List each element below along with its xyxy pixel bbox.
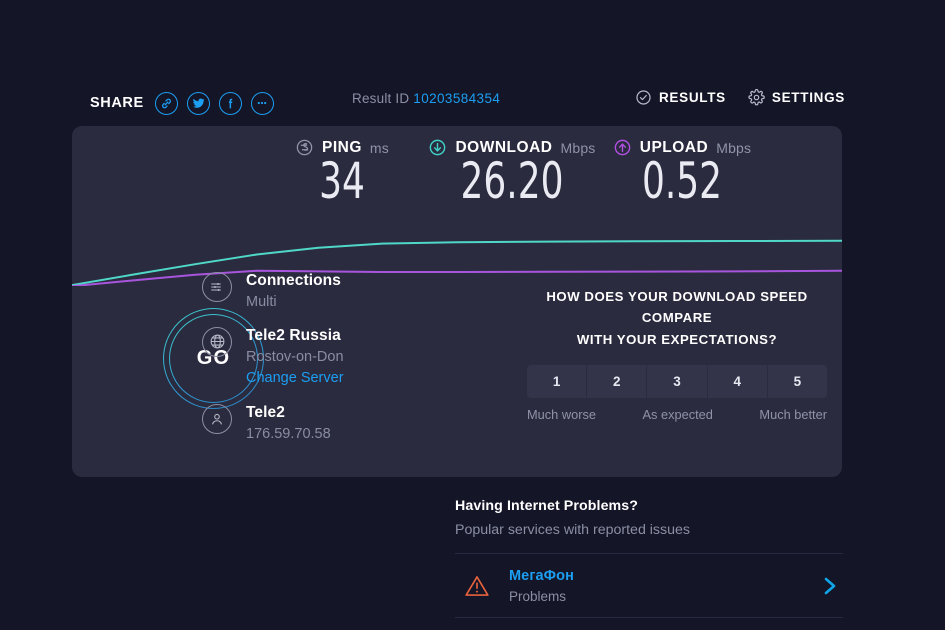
user-icon xyxy=(202,403,232,434)
more-icon[interactable] xyxy=(250,91,274,115)
survey: HOW DOES YOUR DOWNLOAD SPEED COMPARE WIT… xyxy=(527,286,827,422)
problems-title: Having Internet Problems? xyxy=(455,498,639,514)
list-item[interactable]: МегаФон Problems xyxy=(455,553,843,617)
connection-text-connections: Connections Multi xyxy=(246,270,341,313)
results-label: RESULTS xyxy=(658,90,726,105)
connections-sub: Multi xyxy=(246,293,277,310)
rating-option-5[interactable]: 5 xyxy=(767,365,827,399)
gear-icon xyxy=(748,89,765,106)
top-right-actions: RESULTS SETTINGS xyxy=(635,89,845,106)
top-bar: SHARE Result ID 10203584354 RESULTS SETT… xyxy=(0,86,945,120)
problem-service-status: Problems xyxy=(509,589,567,604)
problems-subtitle: Popular services with reported issues xyxy=(455,522,690,538)
chevron-right-icon[interactable] xyxy=(817,574,841,598)
survey-label-low: Much worse xyxy=(527,407,596,423)
server-location: Rostov-on-Don xyxy=(246,348,344,365)
share-label: SHARE xyxy=(90,95,144,111)
connection-row-server[interactable]: Tele2 Russia Rostov-on-Don Change Server xyxy=(202,325,502,390)
survey-question-line1: HOW DOES YOUR DOWNLOAD SPEED COMPARE xyxy=(546,289,808,326)
connection-text-server: Tele2 Russia Rostov-on-Don Change Server xyxy=(246,325,344,390)
settings-button[interactable]: SETTINGS xyxy=(748,89,845,106)
connections-icon xyxy=(202,272,232,302)
metric-upload-value: 0.52 xyxy=(641,152,723,210)
result-id-value[interactable]: 10203584354 xyxy=(413,91,500,106)
speedtest-result-page: SHARE Result ID 10203584354 RESULTS SETT… xyxy=(0,0,945,630)
twitter-icon[interactable] xyxy=(186,91,210,115)
survey-label-high: Much better xyxy=(759,407,827,423)
list-item[interactable] xyxy=(455,617,843,625)
survey-rating-group: 1 2 3 4 5 xyxy=(527,365,827,399)
survey-scale-labels: Much worse As expected Much better xyxy=(527,407,827,422)
internet-problems-panel: Having Internet Problems? Popular servic… xyxy=(455,498,843,625)
connection-row-isp[interactable]: Tele2 176.59.70.58 xyxy=(202,402,502,445)
link-icon[interactable] xyxy=(154,91,178,115)
facebook-icon[interactable] xyxy=(218,91,242,115)
share-group: SHARE xyxy=(90,86,274,120)
check-circle-icon xyxy=(635,89,652,106)
survey-question: HOW DOES YOUR DOWNLOAD SPEED COMPARE WIT… xyxy=(527,286,827,350)
warning-icon xyxy=(461,573,493,599)
isp-ip: 176.59.70.58 xyxy=(246,425,331,442)
settings-label: SETTINGS xyxy=(771,90,845,105)
problem-service-name: МегаФон xyxy=(509,568,574,584)
connections-title: Connections xyxy=(246,272,341,289)
connection-row-connections[interactable]: Connections Multi xyxy=(202,270,502,313)
metrics-row: PING ms 34 DOWNLOAD Mbps 26.20 UPLOAD Mb… xyxy=(72,126,842,226)
server-title: Tele2 Russia xyxy=(246,326,341,344)
survey-label-mid: As expected xyxy=(642,407,713,423)
globe-icon xyxy=(202,326,232,357)
results-button[interactable]: RESULTS xyxy=(635,89,726,106)
connection-text-isp: Tele2 176.59.70.58 xyxy=(246,402,331,445)
connection-info: Connections Multi Tele2 Russia Rostov-on… xyxy=(202,270,502,457)
change-server-link[interactable]: Change Server xyxy=(246,370,344,386)
result-card: PING ms 34 DOWNLOAD Mbps 26.20 UPLOAD Mb… xyxy=(72,126,842,477)
result-id: Result ID 10203584354 xyxy=(352,91,500,106)
metric-upload: UPLOAD Mbps 0.52 xyxy=(572,138,792,208)
problem-text: МегаФон Problems xyxy=(509,567,801,604)
rating-option-2[interactable]: 2 xyxy=(587,365,648,399)
problems-list: МегаФон Problems xyxy=(455,553,843,625)
rating-option-3[interactable]: 3 xyxy=(647,365,708,399)
rating-option-1[interactable]: 1 xyxy=(527,365,588,399)
rating-option-4[interactable]: 4 xyxy=(707,365,768,399)
result-id-label: Result ID xyxy=(352,91,410,106)
metric-ping-unit: ms xyxy=(369,139,389,156)
survey-question-line2: WITH YOUR EXPECTATIONS? xyxy=(576,331,778,347)
isp-title: Tele2 xyxy=(246,403,285,421)
